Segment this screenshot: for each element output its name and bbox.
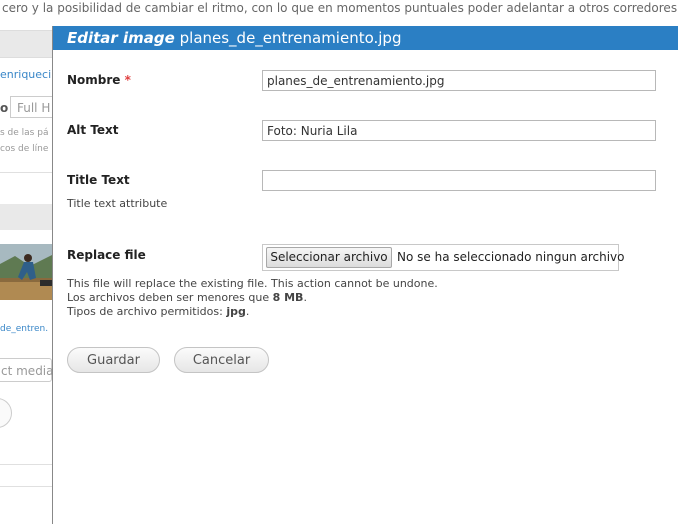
background-paragraph: cero y la posibilidad de cambiar el ritm… — [2, 1, 678, 15]
background-thumbnail[interactable] — [0, 244, 54, 300]
cancel-button[interactable]: Cancelar — [174, 347, 269, 373]
background-help-text: s de las pá — [0, 128, 49, 138]
nombre-input[interactable] — [262, 70, 656, 91]
background-divider — [0, 172, 54, 173]
background-input[interactable]: Full H — [10, 96, 54, 118]
allowed-types-text: Tipos de archivo permitidos: jpg. — [67, 305, 250, 318]
file-status-text: No se ha seleccionado ningun archivo — [397, 250, 625, 264]
max-size-value: 8 MB — [272, 291, 304, 304]
select-file-button[interactable]: Seleccionar archivo — [266, 247, 392, 268]
background-section-bar — [0, 204, 54, 230]
max-size-text: Los archivos deben ser menores que 8 MB. — [67, 291, 307, 304]
title-text-input[interactable] — [262, 170, 656, 191]
background-help-text: cos de líne — [0, 144, 49, 154]
background-option-label: o — [0, 101, 9, 115]
background-divider — [0, 486, 54, 487]
replace-file-warning: This file will replace the existing file… — [67, 277, 438, 290]
title-text-label: Title Text — [67, 173, 130, 187]
required-mark: * — [124, 73, 131, 87]
alt-text-input[interactable] — [262, 120, 656, 141]
background-round-button[interactable] — [0, 398, 12, 428]
background-divider — [0, 464, 54, 465]
background-link[interactable]: enriqueci — [0, 68, 51, 81]
edit-image-dialog: Editar image planes_de_entrenamiento.jpg… — [52, 26, 678, 524]
nombre-label: Nombre * — [67, 73, 131, 87]
background-select-media[interactable]: ct media — [0, 358, 54, 382]
file-input[interactable]: Seleccionar archivo No se ha seleccionad… — [262, 244, 625, 271]
dialog-title-prefix: Editar image — [67, 29, 175, 47]
background-toolbar — [0, 30, 54, 58]
alt-text-label: Alt Text — [67, 123, 119, 137]
background-sidebar: enriqueci o Full H s de las pá cos de lí… — [0, 24, 54, 524]
background-thumbnail-link[interactable]: de_entren. — [0, 324, 48, 334]
dialog-title: Editar image planes_de_entrenamiento.jpg — [53, 26, 678, 50]
title-text-description: Title text attribute — [67, 197, 168, 210]
save-button[interactable]: Guardar — [67, 347, 160, 373]
allowed-types-value: jpg — [226, 305, 246, 318]
dialog-title-filename: planes_de_entrenamiento.jpg — [179, 29, 402, 47]
replace-file-label: Replace file — [67, 248, 146, 262]
